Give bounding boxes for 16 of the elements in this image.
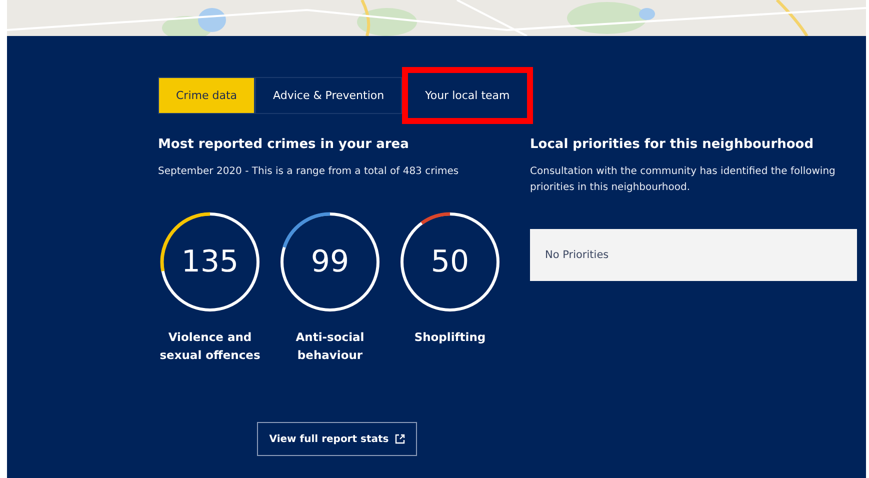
section-subtitle: September 2020 - This is a range from a total of 483 crimes [158,165,460,179]
section-heading: Local priorities for this neighbourhood [530,137,815,154]
tab[interactable]: Your local team [408,77,527,114]
report-button[interactable]: View full report stats [257,422,417,456]
crime-label: Shoplifting [414,329,486,346]
external-link-icon [394,434,405,444]
section-description: Consultation with the community has identified the following priorities in this neighbourhood. [530,165,836,195]
crime-label: Anti-social behaviour [294,329,366,364]
crime-count: 99 [310,244,350,280]
tab[interactable]: Advice & Prevention [256,78,402,113]
crime-count: 50 [430,244,470,280]
tab[interactable]: Crime data [159,78,254,113]
crime-label: Violence and sexual offences [158,329,262,364]
crime-count: 135 [181,244,239,280]
section-heading: Most reported crimes in your area [158,137,410,154]
priorities-text: No Priorities [545,249,609,261]
